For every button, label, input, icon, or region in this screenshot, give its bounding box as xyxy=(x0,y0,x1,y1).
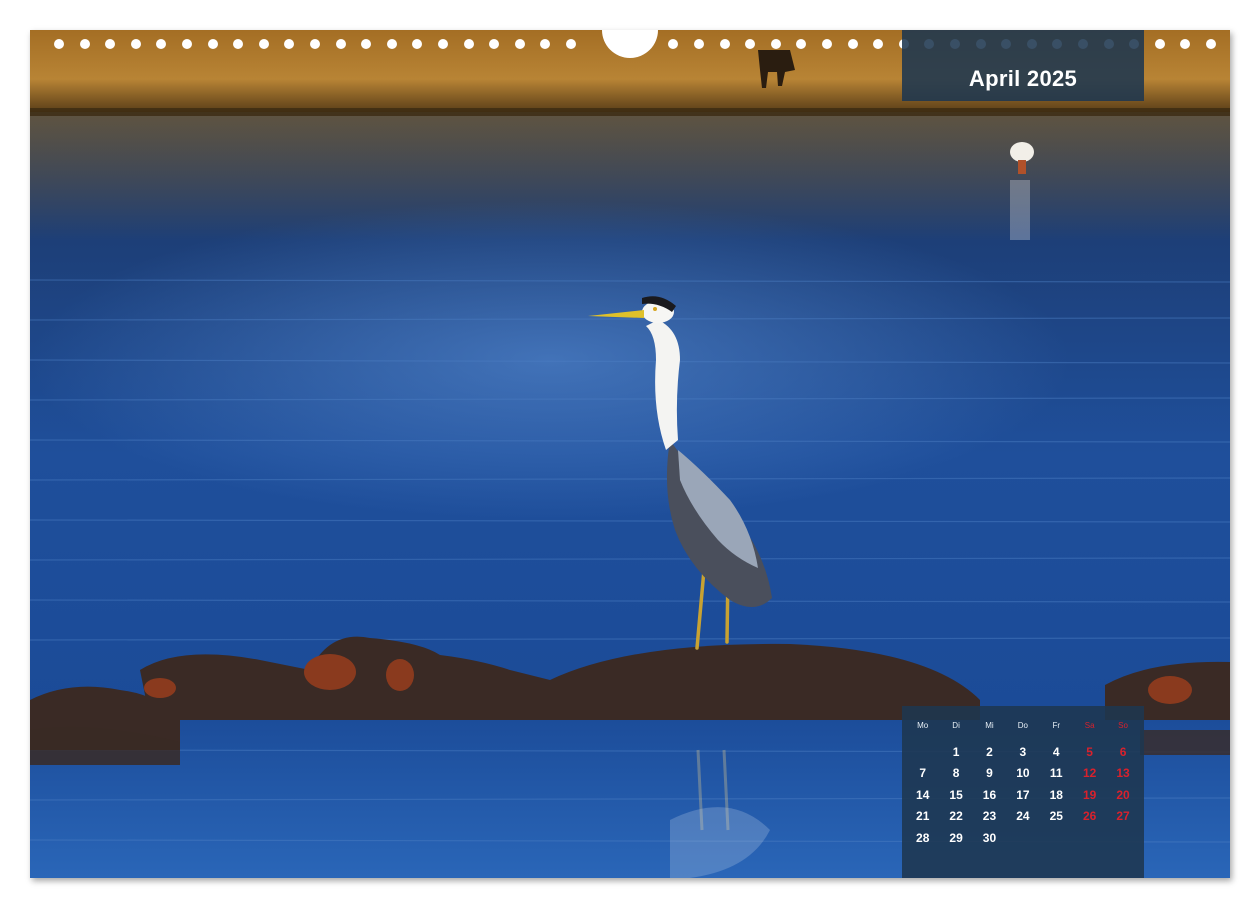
calendar-day: 26 xyxy=(1082,809,1097,823)
binding-hole xyxy=(79,39,90,49)
binding-hole xyxy=(207,39,218,49)
calendar-day: 20 xyxy=(1116,787,1130,802)
calendar-day: 29 xyxy=(949,830,963,845)
weekday-header: Mi xyxy=(985,721,994,730)
calendar-grid: Mo Di Mi Do Fr Sa So 1 2 3 4 5 6 7 8 9 10 11 12 13 14 15 16 17 1… xyxy=(906,720,1140,849)
calendar-day: 5 xyxy=(1086,744,1093,759)
weekday-header: Do xyxy=(1017,721,1028,730)
binding-hole xyxy=(847,39,858,49)
binding-hole xyxy=(822,39,832,49)
calendar-day: 13 xyxy=(1116,766,1130,780)
calendar-day: 4 xyxy=(1052,744,1060,759)
calendar-day: 24 xyxy=(1016,809,1030,823)
weekday-header: So xyxy=(1118,721,1128,730)
binding-hole xyxy=(335,39,346,49)
calendar-day: 2 xyxy=(986,744,993,759)
binding-hole xyxy=(745,39,756,49)
empty-day-cell xyxy=(906,742,939,764)
binding-hole xyxy=(719,39,730,49)
calendar-day: 22 xyxy=(949,809,963,823)
weekday-header: Fr xyxy=(1052,721,1061,730)
binding-hole xyxy=(514,39,525,49)
binding-hole xyxy=(566,39,576,49)
binding-hole xyxy=(412,39,423,49)
binding-hole xyxy=(386,39,397,49)
calendar-day: 15 xyxy=(949,787,963,802)
binding-hole xyxy=(284,39,295,49)
calendar-day: 16 xyxy=(982,787,997,802)
binding-hole xyxy=(310,39,320,49)
binding-hole xyxy=(105,39,116,49)
binding-hole xyxy=(258,39,269,49)
binding-hole xyxy=(1206,39,1216,49)
binding-hole xyxy=(1180,39,1191,49)
calendar-day: 14 xyxy=(916,787,930,802)
binding-hole xyxy=(54,39,64,49)
calendar-day: 1 xyxy=(952,744,960,759)
calendar-day: 23 xyxy=(982,809,997,823)
binding-hole xyxy=(130,39,141,49)
calendar-day: 30 xyxy=(982,830,997,845)
binding-hole xyxy=(540,39,551,49)
binding-hole xyxy=(873,39,884,49)
calendar-day: 28 xyxy=(916,830,930,845)
calendar-day: 19 xyxy=(1082,787,1097,802)
calendar-day: 10 xyxy=(1016,766,1030,780)
binding-hole xyxy=(1154,39,1165,49)
binding-hole xyxy=(668,39,679,49)
binding-hole xyxy=(233,39,244,49)
month-calendar-panel: Mo Di Mi Do Fr Sa So 1 2 3 4 5 6 7 8 9 10 11 12 13 14 15 16 17 1… xyxy=(902,706,1144,878)
binding-hole xyxy=(463,39,474,49)
binding-hole xyxy=(770,39,781,49)
binding-hole xyxy=(361,39,372,49)
binding-hole xyxy=(156,39,167,49)
binding-hole xyxy=(182,39,192,49)
weekday-header: Di xyxy=(952,721,960,730)
weekday-header: Mo xyxy=(917,721,929,730)
calendar-day: 25 xyxy=(1049,809,1063,823)
calendar-day: 3 xyxy=(1019,744,1027,759)
calendar-day: 18 xyxy=(1049,787,1063,802)
calendar-day: 9 xyxy=(986,766,993,780)
calendar-day: 11 xyxy=(1049,766,1063,780)
binding-hole xyxy=(694,39,704,49)
calendar-day: 17 xyxy=(1016,787,1030,802)
calendar-day: 12 xyxy=(1082,766,1097,780)
calendar-day: 21 xyxy=(916,809,930,823)
calendar-day: 8 xyxy=(952,766,960,780)
month-title: April 2025 xyxy=(968,65,1078,91)
binding-hole xyxy=(796,39,807,49)
binding-hole xyxy=(438,39,448,49)
calendar-day: 6 xyxy=(1119,744,1127,759)
calendar-day: 27 xyxy=(1116,809,1130,823)
binding-hole xyxy=(489,39,500,49)
month-title-panel: April 2025 xyxy=(902,30,1144,101)
weekday-header: Sa xyxy=(1084,721,1095,730)
calendar-day: 7 xyxy=(919,766,927,780)
